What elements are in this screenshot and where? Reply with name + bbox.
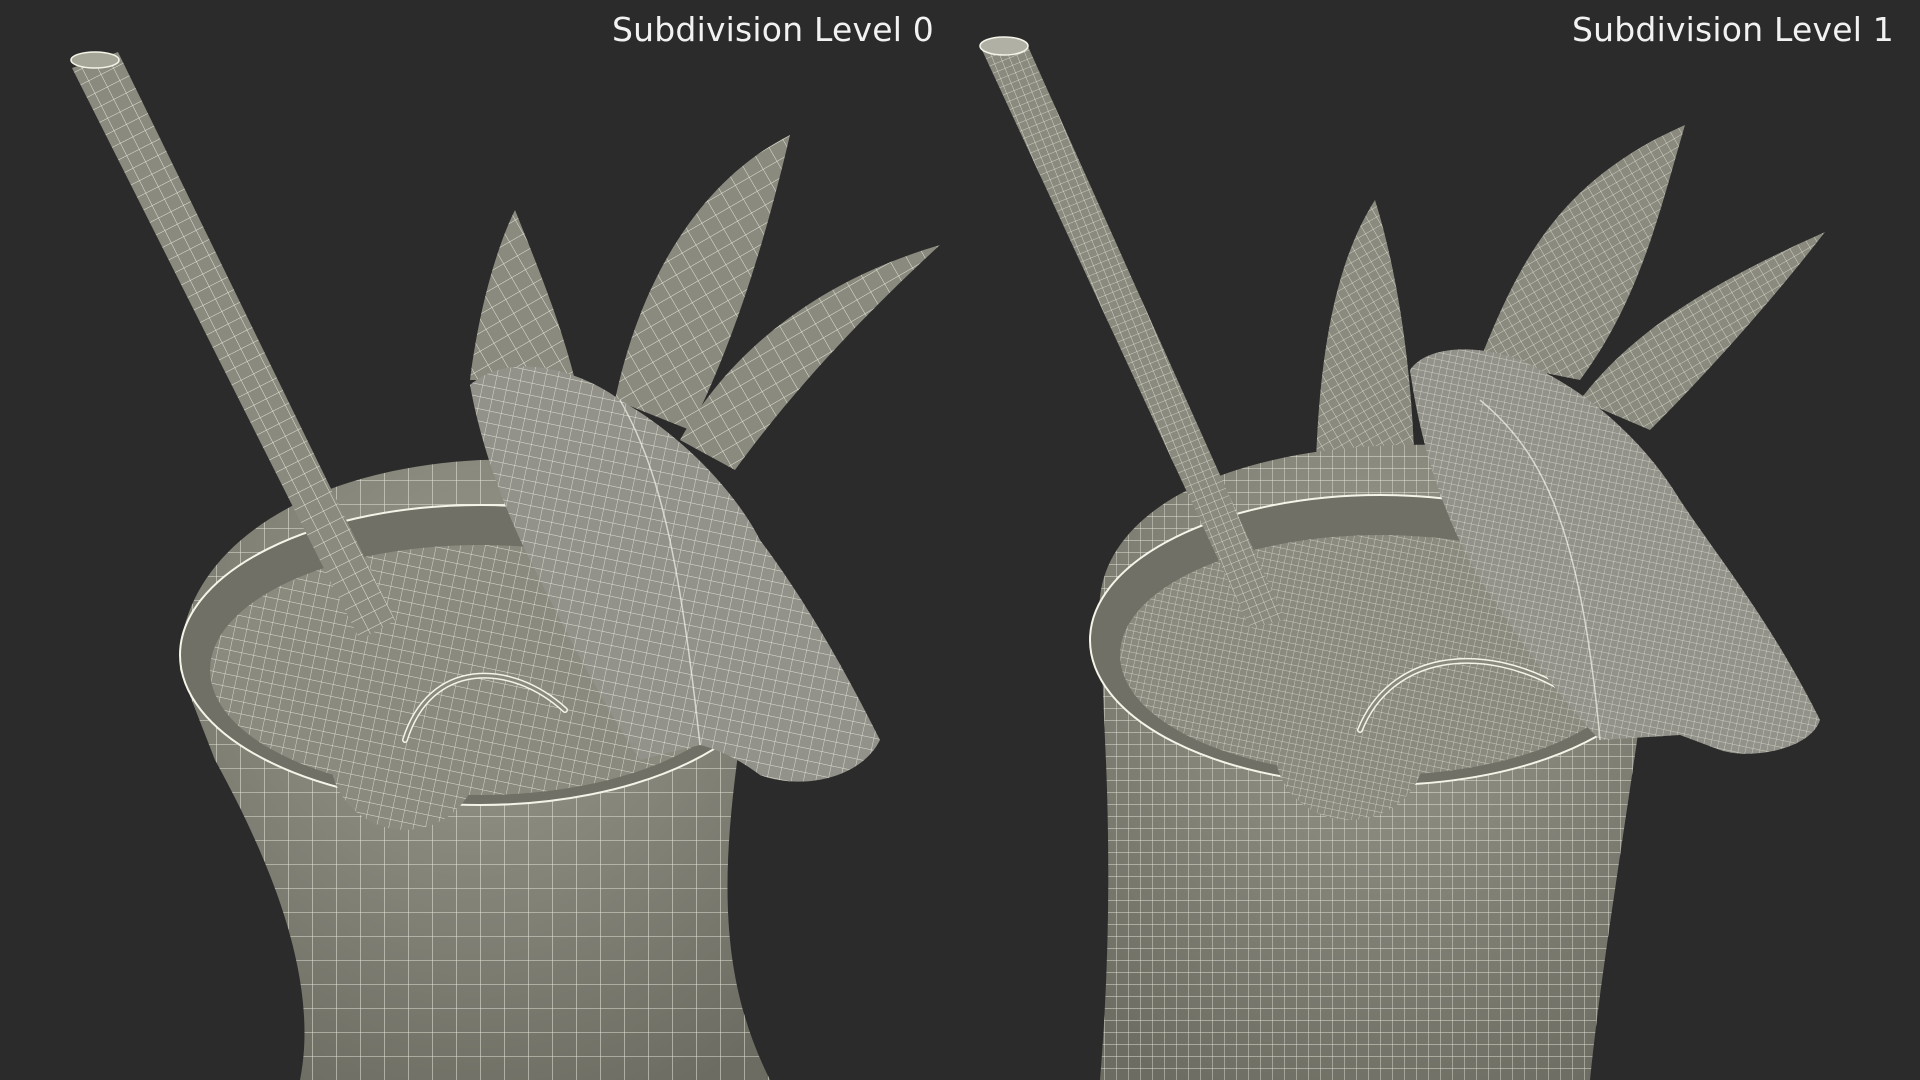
panel-title: Subdivision Level 0	[612, 10, 934, 49]
leaf-back-left	[470, 210, 575, 380]
panel-subdivision-level-0: Subdivision Level 0	[0, 0, 960, 1080]
wireframe-render-level-1	[979, 36, 1825, 1080]
wireframe-render-level-0	[70, 51, 940, 1080]
panel-subdivision-level-1: Subdivision Level 1	[960, 0, 1920, 1080]
panel-title: Subdivision Level 1	[1572, 10, 1894, 49]
render-stage: Subdivision Level 0 Subdivision Level 1	[0, 0, 1920, 1080]
